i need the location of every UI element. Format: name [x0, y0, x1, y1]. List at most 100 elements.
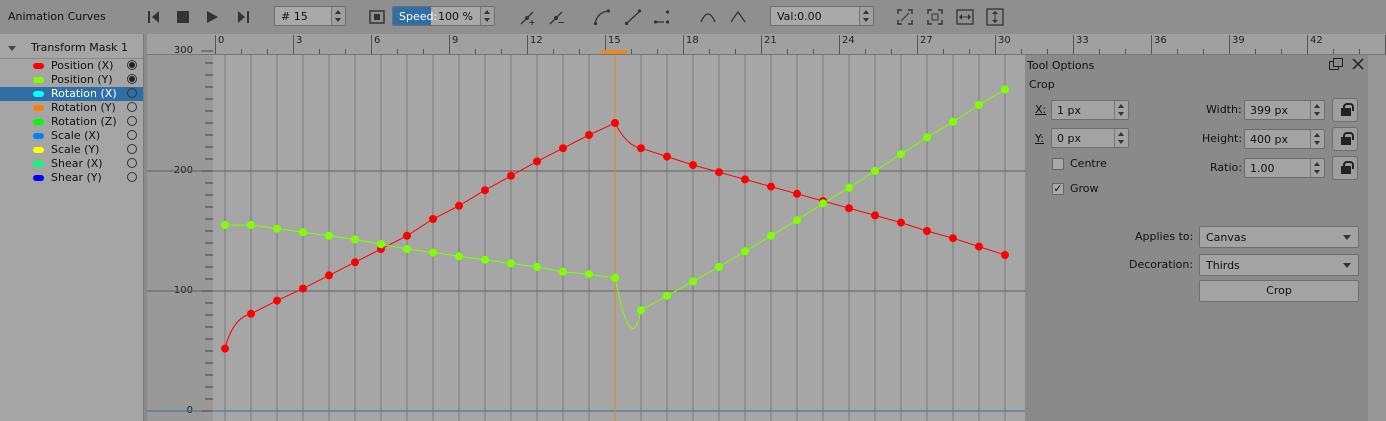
- zoom-fit-curve-icon[interactable]: [924, 6, 946, 28]
- crop-section-title: Crop: [1029, 78, 1055, 91]
- float-docker-icon[interactable]: [1329, 58, 1343, 70]
- frame-tick: [1307, 35, 1308, 54]
- zoom-horizontal-icon[interactable]: [954, 6, 976, 28]
- x-field[interactable]: 1 px: [1051, 100, 1129, 120]
- visibility-eye-icon[interactable]: [127, 88, 137, 98]
- speed-spin-arrows[interactable]: [480, 7, 494, 25]
- plot-area: [213, 55, 1025, 421]
- channel-color-swatch: [33, 63, 44, 69]
- visibility-eye-icon[interactable]: [127, 102, 137, 112]
- frame-tick-label: 33: [1076, 35, 1089, 46]
- width-spin-arrows[interactable]: [1310, 101, 1324, 119]
- frame-tick-label: 39: [1232, 35, 1245, 46]
- applies-to-select[interactable]: Canvas: [1199, 226, 1359, 248]
- next-keyframe-icon[interactable]: [232, 6, 254, 28]
- docker-side-strip: [1368, 55, 1386, 421]
- chevron-down-icon[interactable]: [8, 46, 16, 51]
- position-x-keyframe: [715, 168, 723, 177]
- position-y-keyframe: [611, 273, 619, 282]
- position-x-keyframe: [793, 189, 801, 198]
- visibility-eye-icon[interactable]: [127, 116, 137, 126]
- smooth-tangents-icon[interactable]: [697, 6, 719, 28]
- sharp-tangents-icon[interactable]: [727, 6, 749, 28]
- centre-checkbox[interactable]: [1052, 158, 1064, 170]
- lock-ratio-icon[interactable]: [1332, 156, 1358, 180]
- y-spin-arrows[interactable]: [1114, 129, 1128, 147]
- position-x-keyframe: [767, 182, 775, 191]
- grow-checkbox[interactable]: ✓: [1052, 183, 1064, 195]
- frame-field[interactable]: # 15: [274, 6, 346, 26]
- channel-label: Rotation (Y): [51, 101, 116, 114]
- position-y-keyframe: [247, 221, 255, 229]
- ratio-spin-arrows[interactable]: [1310, 159, 1324, 177]
- zoom-fit-icon[interactable]: [894, 6, 916, 28]
- remove-node-icon[interactable]: [546, 6, 568, 28]
- add-node-icon[interactable]: [517, 6, 539, 28]
- channel-label: Shear (X): [51, 157, 103, 170]
- visibility-eye-icon[interactable]: [127, 144, 137, 154]
- visibility-eye-icon[interactable]: [127, 172, 137, 182]
- curve-graph[interactable]: [147, 34, 1025, 421]
- height-spin-arrows[interactable]: [1310, 130, 1324, 148]
- channel-label: Rotation (Z): [51, 115, 117, 128]
- chevron-down-icon: [1343, 263, 1351, 268]
- visibility-eye-icon[interactable]: [127, 158, 137, 168]
- layer-group-row[interactable]: Transform Mask 1: [0, 38, 143, 59]
- lock-height-icon[interactable]: [1332, 127, 1358, 151]
- visibility-eye-icon[interactable]: [127, 130, 137, 140]
- position-x-keyframe: [403, 231, 411, 240]
- channel-label: Shear (Y): [51, 171, 102, 184]
- channel-row[interactable]: Scale (Y): [0, 143, 143, 157]
- x-spin-arrows[interactable]: [1114, 101, 1128, 119]
- channel-color-swatch: [33, 161, 44, 167]
- zoom-vertical-icon[interactable]: [984, 6, 1006, 28]
- stop-icon[interactable]: [172, 6, 194, 28]
- ratio-field[interactable]: 1.00: [1244, 158, 1325, 178]
- position-y-keyframe: [273, 224, 281, 233]
- channel-row[interactable]: Shear (Y): [0, 171, 143, 185]
- channel-row[interactable]: Rotation (Z): [0, 115, 143, 129]
- position-x-keyframe: [507, 171, 515, 180]
- channel-row[interactable]: Rotation (Y): [0, 101, 143, 115]
- frame-tick: [1359, 49, 1360, 54]
- linear-interpolation-icon[interactable]: [622, 6, 644, 28]
- position-y-keyframe: [429, 248, 437, 257]
- frame-tick: [1203, 49, 1204, 54]
- crop-button[interactable]: Crop: [1199, 280, 1359, 302]
- constant-interpolation-icon[interactable]: [651, 6, 673, 28]
- speed-label: Speed:: [399, 10, 438, 23]
- play-icon[interactable]: [201, 6, 223, 28]
- previous-keyframe-icon[interactable]: [143, 6, 165, 28]
- visibility-eye-icon[interactable]: [127, 74, 137, 84]
- channel-row[interactable]: Shear (X): [0, 157, 143, 171]
- close-icon[interactable]: [1352, 58, 1364, 70]
- height-field[interactable]: 400 px: [1244, 129, 1325, 149]
- channel-row[interactable]: Rotation (X): [0, 87, 143, 101]
- frame-spin-arrows[interactable]: [331, 7, 345, 25]
- frame-tick: [1151, 35, 1152, 54]
- position-y-keyframe: [351, 235, 359, 244]
- lock-width-icon[interactable]: [1332, 98, 1358, 122]
- y-field[interactable]: 0 px: [1051, 128, 1129, 148]
- position-y-keyframe: [689, 277, 697, 286]
- channel-row[interactable]: Scale (X): [0, 129, 143, 143]
- channel-row[interactable]: Position (Y): [0, 73, 143, 87]
- frame-tick: [1229, 35, 1230, 54]
- position-y-keyframe: [819, 199, 827, 208]
- position-y-keyframe: [793, 216, 801, 225]
- decoration-select[interactable]: Thirds: [1199, 254, 1359, 276]
- applies-to-value: Canvas: [1206, 231, 1247, 244]
- tool-options-title: Tool Options: [1027, 59, 1095, 72]
- drop-frames-icon[interactable]: [366, 6, 388, 28]
- position-x-keyframe: [1001, 251, 1009, 259]
- channel-row[interactable]: Position (X): [0, 59, 143, 73]
- channel-color-swatch: [33, 91, 44, 97]
- smooth-interpolation-icon[interactable]: [591, 6, 613, 28]
- value-field[interactable]: Val:0.00: [770, 6, 874, 26]
- decoration-value: Thirds: [1206, 259, 1240, 272]
- frame-tick: [1333, 49, 1334, 54]
- speed-field[interactable]: Speed: 100 %: [392, 6, 495, 26]
- value-spin-arrows[interactable]: [859, 7, 873, 25]
- visibility-eye-icon[interactable]: [127, 60, 137, 70]
- width-field[interactable]: 399 px: [1244, 100, 1325, 120]
